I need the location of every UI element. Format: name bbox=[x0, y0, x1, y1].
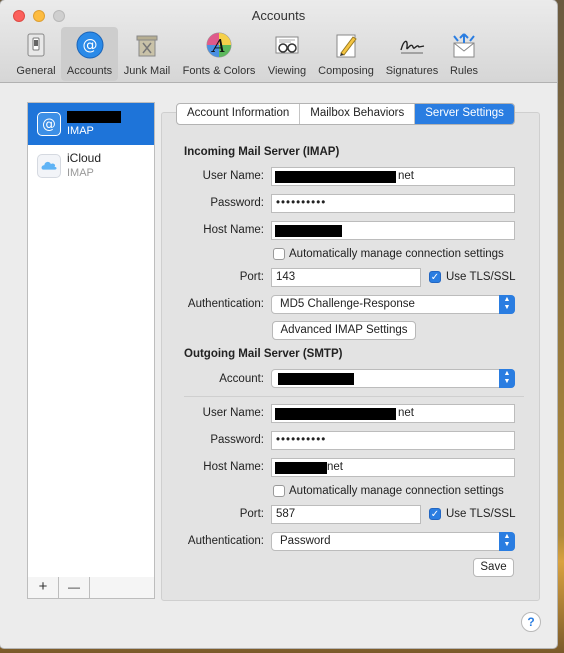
incoming-auth-value: MD5 Challenge-Response bbox=[280, 298, 415, 310]
svg-text:@: @ bbox=[42, 117, 56, 133]
redacted-host-name bbox=[275, 225, 342, 237]
account-type: IMAP bbox=[67, 167, 94, 179]
incoming-tls-checkbox[interactable]: ✓ bbox=[429, 271, 441, 283]
outgoing-auth-value: Password bbox=[280, 535, 331, 547]
incoming-auto-manage-checkbox[interactable] bbox=[273, 248, 285, 260]
outgoing-password-label: Password: bbox=[210, 434, 264, 446]
incoming-port-label: Port: bbox=[239, 271, 264, 283]
rules-icon bbox=[453, 33, 475, 58]
toolbar-junk-mail-label: Junk Mail bbox=[123, 65, 171, 77]
incoming-user-name-suffix: net bbox=[398, 170, 414, 182]
accounts-window: Accounts General @ Accounts Junk Mail A … bbox=[0, 0, 557, 648]
outgoing-auto-manage-checkbox[interactable] bbox=[273, 485, 285, 497]
redacted-user-name bbox=[275, 171, 396, 183]
fonts-colors-icon: A bbox=[206, 32, 232, 58]
outgoing-account-label: Account: bbox=[219, 373, 264, 385]
toolbar-fonts-colors-label: Fonts & Colors bbox=[182, 65, 256, 77]
toolbar-general[interactable]: General bbox=[12, 27, 60, 81]
incoming-password-field[interactable]: •••••••••• bbox=[271, 194, 515, 213]
composing-icon bbox=[336, 34, 357, 58]
incoming-heading: Incoming Mail Server (IMAP) bbox=[184, 146, 340, 158]
popup-chevron-icon: ▲ ▼ bbox=[499, 369, 515, 388]
toolbar-viewing[interactable]: Viewing bbox=[262, 27, 312, 81]
accounts-at-icon: @ bbox=[76, 31, 103, 59]
incoming-auth-popup[interactable]: MD5 Challenge-Response ▲ ▼ bbox=[271, 295, 515, 314]
toolbar-signatures-label: Signatures bbox=[385, 65, 439, 77]
svg-text:@: @ bbox=[82, 36, 97, 54]
tab-server-settings[interactable]: Server Settings bbox=[415, 104, 514, 124]
redacted-user-name bbox=[275, 408, 396, 420]
outgoing-user-name-label: User Name: bbox=[202, 407, 264, 419]
toolbar-general-label: General bbox=[16, 65, 56, 77]
outgoing-host-name-field[interactable]: net bbox=[271, 458, 515, 477]
incoming-auto-manage-label: Automatically manage connection settings bbox=[289, 248, 504, 260]
toolbar-accounts[interactable]: @ Accounts bbox=[61, 27, 118, 81]
toolbar-composing-label: Composing bbox=[318, 65, 374, 77]
tab-bar: Account Information Mailbox Behaviors Se… bbox=[176, 103, 515, 125]
account-row-icloud[interactable]: iCloud IMAP bbox=[28, 145, 154, 187]
toolbar-rules[interactable]: Rules bbox=[444, 27, 484, 81]
toolbar-signatures[interactable]: Signatures bbox=[381, 27, 443, 81]
preferences-toolbar: General @ Accounts Junk Mail A Fonts & C… bbox=[0, 27, 557, 81]
outgoing-auto-manage-label: Automatically manage connection settings bbox=[289, 485, 504, 497]
svg-text:A: A bbox=[211, 36, 226, 57]
title-bar: Accounts General @ Accounts Junk Mail A … bbox=[0, 0, 557, 83]
outgoing-user-name-suffix: net bbox=[398, 407, 414, 419]
toolbar-rules-label: Rules bbox=[449, 65, 479, 77]
toolbar-accounts-label: Accounts bbox=[66, 65, 113, 77]
tab-account-information[interactable]: Account Information bbox=[177, 104, 301, 124]
outgoing-port-field[interactable]: 587 bbox=[271, 505, 421, 524]
save-button[interactable]: Save bbox=[473, 558, 514, 577]
redacted-smtp-account bbox=[278, 373, 354, 385]
incoming-auth-label: Authentication: bbox=[187, 298, 264, 310]
incoming-tls-label: Use TLS/SSL bbox=[446, 271, 516, 283]
outgoing-password-field[interactable]: •••••••••• bbox=[271, 431, 515, 450]
outgoing-auth-popup[interactable]: Password ▲ ▼ bbox=[271, 532, 515, 551]
outgoing-heading: Outgoing Mail Server (SMTP) bbox=[184, 348, 343, 360]
account-name: iCloud bbox=[67, 151, 102, 165]
outgoing-tls-checkbox[interactable]: ✓ bbox=[429, 508, 441, 520]
account-row-imap-1[interactable]: @ IMAP bbox=[28, 103, 154, 145]
divider bbox=[184, 396, 524, 397]
redacted-account-name bbox=[67, 111, 121, 123]
account-type: IMAP bbox=[67, 125, 94, 137]
outgoing-host-name-suffix: net bbox=[327, 461, 343, 473]
toolbar-junk-mail[interactable]: Junk Mail bbox=[119, 27, 175, 81]
general-icon bbox=[27, 33, 45, 57]
popup-chevron-icon: ▲ ▼ bbox=[499, 532, 515, 551]
outgoing-account-popup[interactable]: ▲ ▼ bbox=[271, 369, 515, 388]
toolbar-fonts-colors[interactable]: A Fonts & Colors bbox=[177, 27, 261, 81]
advanced-imap-settings-button[interactable]: Advanced IMAP Settings bbox=[272, 321, 416, 340]
at-mail-icon: @ bbox=[37, 112, 61, 136]
help-button[interactable]: ? bbox=[521, 612, 541, 632]
junk-mail-icon bbox=[136, 35, 158, 57]
outgoing-port-label: Port: bbox=[239, 508, 264, 520]
popup-chevron-icon: ▲ ▼ bbox=[499, 295, 515, 314]
toolbar-composing[interactable]: Composing bbox=[313, 27, 379, 81]
incoming-host-name-label: Host Name: bbox=[203, 224, 264, 236]
signatures-icon bbox=[400, 40, 425, 54]
tab-mailbox-behaviors[interactable]: Mailbox Behaviors bbox=[300, 104, 416, 124]
add-account-button[interactable]: + bbox=[28, 577, 59, 598]
incoming-user-name-field[interactable]: net bbox=[271, 167, 515, 186]
redacted-host-name bbox=[275, 462, 327, 474]
window-title: Accounts bbox=[251, 8, 306, 23]
outgoing-tls-label: Use TLS/SSL bbox=[446, 508, 516, 520]
incoming-password-label: Password: bbox=[210, 197, 264, 209]
sidebar-footer: + — bbox=[27, 577, 155, 599]
remove-account-button[interactable]: — bbox=[59, 577, 90, 598]
incoming-user-name-label: User Name: bbox=[202, 170, 264, 182]
accounts-list: @ IMAP iCloud IMAP bbox=[27, 102, 155, 578]
toolbar-viewing-label: Viewing bbox=[267, 65, 307, 77]
incoming-port-field[interactable]: 143 bbox=[271, 268, 421, 287]
outgoing-auth-label: Authentication: bbox=[187, 535, 264, 547]
viewing-icon bbox=[275, 36, 299, 54]
icloud-icon bbox=[37, 154, 61, 178]
incoming-host-name-field[interactable] bbox=[271, 221, 515, 240]
outgoing-host-name-label: Host Name: bbox=[203, 461, 264, 473]
outgoing-user-name-field[interactable]: net bbox=[271, 404, 515, 423]
